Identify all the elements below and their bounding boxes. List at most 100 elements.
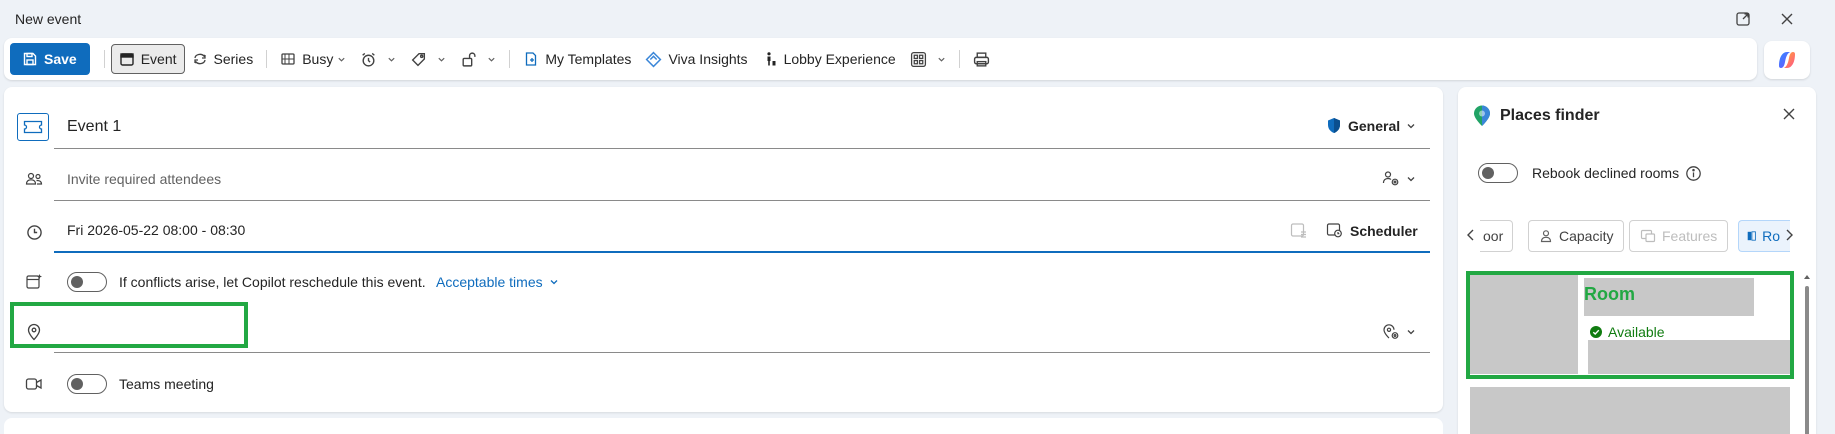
filter-chip-label: Features xyxy=(1662,228,1718,244)
save-label: Save xyxy=(44,51,77,67)
chevron-down-icon xyxy=(1407,123,1415,128)
attendees-placeholder: Invite required attendees xyxy=(67,170,222,187)
location-pin-icon xyxy=(22,320,46,344)
scheduler-icon xyxy=(1326,223,1342,238)
categorize-dropdown[interactable] xyxy=(403,44,453,74)
show-as-dropdown[interactable]: Busy xyxy=(273,44,353,74)
close-window-button[interactable] xyxy=(1775,8,1799,30)
scheduler-label: Scheduler xyxy=(1350,222,1418,239)
acceptable-times-dropdown[interactable]: Acceptable times xyxy=(436,274,559,290)
chevron-down-icon xyxy=(550,280,558,285)
close-icon xyxy=(1783,108,1795,120)
room-status: Available xyxy=(1590,324,1665,340)
scroll-left-button[interactable] xyxy=(1466,228,1476,245)
scroll-up-icon xyxy=(1804,275,1810,279)
room-card[interactable]: Room Available xyxy=(1470,274,1790,374)
chevron-down-icon xyxy=(338,57,345,62)
location-settings-icon xyxy=(1383,324,1399,339)
save-icon xyxy=(23,52,37,66)
calendar-event-icon xyxy=(120,53,134,66)
pop-out-icon xyxy=(1736,12,1750,26)
window-title: New event xyxy=(15,11,82,27)
toolbar-divider xyxy=(103,50,105,68)
event-type-button[interactable]: Event xyxy=(110,44,185,74)
viva-insights-button[interactable]: Viva Insights xyxy=(638,44,754,74)
calendar-search-icon xyxy=(1290,223,1306,238)
event-title-input[interactable]: Event 1 xyxy=(54,105,1430,149)
shield-icon xyxy=(1328,118,1340,133)
acceptable-times-label: Acceptable times xyxy=(436,274,543,290)
results-scrollbar[interactable] xyxy=(1804,274,1810,434)
info-icon xyxy=(1686,165,1701,181)
tag-icon xyxy=(412,52,426,66)
copilot-reschedule-row: If conflicts arise, let Copilot reschedu… xyxy=(4,265,1443,299)
chevron-left-icon xyxy=(1467,229,1474,241)
apps-dropdown[interactable] xyxy=(903,44,953,74)
chevron-right-icon xyxy=(1786,229,1793,241)
location-input[interactable] xyxy=(54,309,1430,353)
event-body-card xyxy=(4,418,1443,434)
room-status-label: Available xyxy=(1608,324,1665,340)
alarm-icon xyxy=(362,52,376,67)
my-templates-button[interactable]: My Templates xyxy=(516,44,638,74)
teams-meeting-toggle[interactable] xyxy=(67,374,107,394)
location-row xyxy=(4,309,1443,353)
series-button[interactable]: Series xyxy=(185,44,261,74)
rebook-row: Rebook declined rooms xyxy=(1478,163,1702,183)
rebook-declined-toggle[interactable] xyxy=(1478,163,1518,183)
filter-chip-label: oor xyxy=(1483,228,1504,244)
filter-chip-label: Capacity xyxy=(1559,228,1614,244)
ribbon-toolbar: Save Event Series Busy My Templates Viva… xyxy=(4,38,1757,80)
pop-out-button[interactable] xyxy=(1731,8,1755,30)
filter-chip-features: Features xyxy=(1629,220,1729,252)
print-button[interactable] xyxy=(966,44,1003,74)
filter-chip-capacity[interactable]: Capacity xyxy=(1528,220,1625,252)
filter-chip-floor[interactable]: oor xyxy=(1480,220,1513,252)
series-label: Series xyxy=(213,51,254,67)
attendee-options-dropdown[interactable] xyxy=(1382,170,1416,187)
privacy-dropdown[interactable] xyxy=(453,44,503,74)
room-name: Room xyxy=(1584,284,1635,304)
event-label: Event xyxy=(140,51,177,67)
location-options-dropdown[interactable] xyxy=(1382,323,1416,341)
sensitivity-dropdown[interactable]: General xyxy=(1326,117,1416,134)
lobby-experience-label: Lobby Experience xyxy=(783,51,896,67)
save-button[interactable]: Save xyxy=(10,43,90,75)
lock-open-icon xyxy=(462,52,476,67)
room-card-2[interactable] xyxy=(1470,387,1790,434)
scheduler-button[interactable]: Scheduler xyxy=(1326,222,1418,239)
chevron-down-icon xyxy=(438,57,445,62)
room-details-placeholder xyxy=(1588,340,1790,374)
filter-chip-label: Ro xyxy=(1762,228,1780,244)
filter-chip-room-type[interactable]: Ro xyxy=(1738,220,1790,252)
toolbar-divider xyxy=(509,50,511,68)
event-color-button[interactable] xyxy=(17,113,49,141)
copilot-reschedule-label: If conflicts arise, let Copilot reschedu… xyxy=(119,274,426,290)
copilot-reschedule-toggle[interactable] xyxy=(67,272,107,292)
chevron-down-icon xyxy=(1407,330,1415,335)
places-pin-icon xyxy=(1474,105,1490,126)
attendees-row: Invite required attendees xyxy=(4,157,1443,201)
sensitivity-label: General xyxy=(1348,117,1401,134)
people-icon xyxy=(22,167,46,191)
door-icon xyxy=(1747,231,1756,241)
person-standing-icon xyxy=(766,52,776,66)
chevron-down-icon xyxy=(488,57,495,62)
person-icon xyxy=(1540,230,1552,243)
toolbar-divider xyxy=(958,50,960,68)
scrollbar-thumb[interactable] xyxy=(1805,286,1809,434)
datetime-input[interactable]: Fri 2026-05-22 08:00 - 08:30 xyxy=(54,209,1430,253)
copilot-button[interactable] xyxy=(1764,41,1810,79)
room-image xyxy=(1470,274,1578,374)
viva-insights-icon xyxy=(645,51,662,67)
print-icon xyxy=(973,51,989,67)
people-settings-icon xyxy=(1382,171,1399,186)
close-panel-button[interactable] xyxy=(1782,107,1796,124)
reminder-dropdown[interactable] xyxy=(353,44,403,74)
rebook-label: Rebook declined rooms xyxy=(1532,165,1680,181)
lobby-experience-button[interactable]: Lobby Experience xyxy=(755,44,903,74)
scroll-right-button[interactable] xyxy=(1784,228,1794,245)
places-finder-header: Places finder xyxy=(1472,105,1600,127)
my-templates-label: My Templates xyxy=(545,51,632,67)
attendees-input[interactable]: Invite required attendees xyxy=(54,157,1430,201)
